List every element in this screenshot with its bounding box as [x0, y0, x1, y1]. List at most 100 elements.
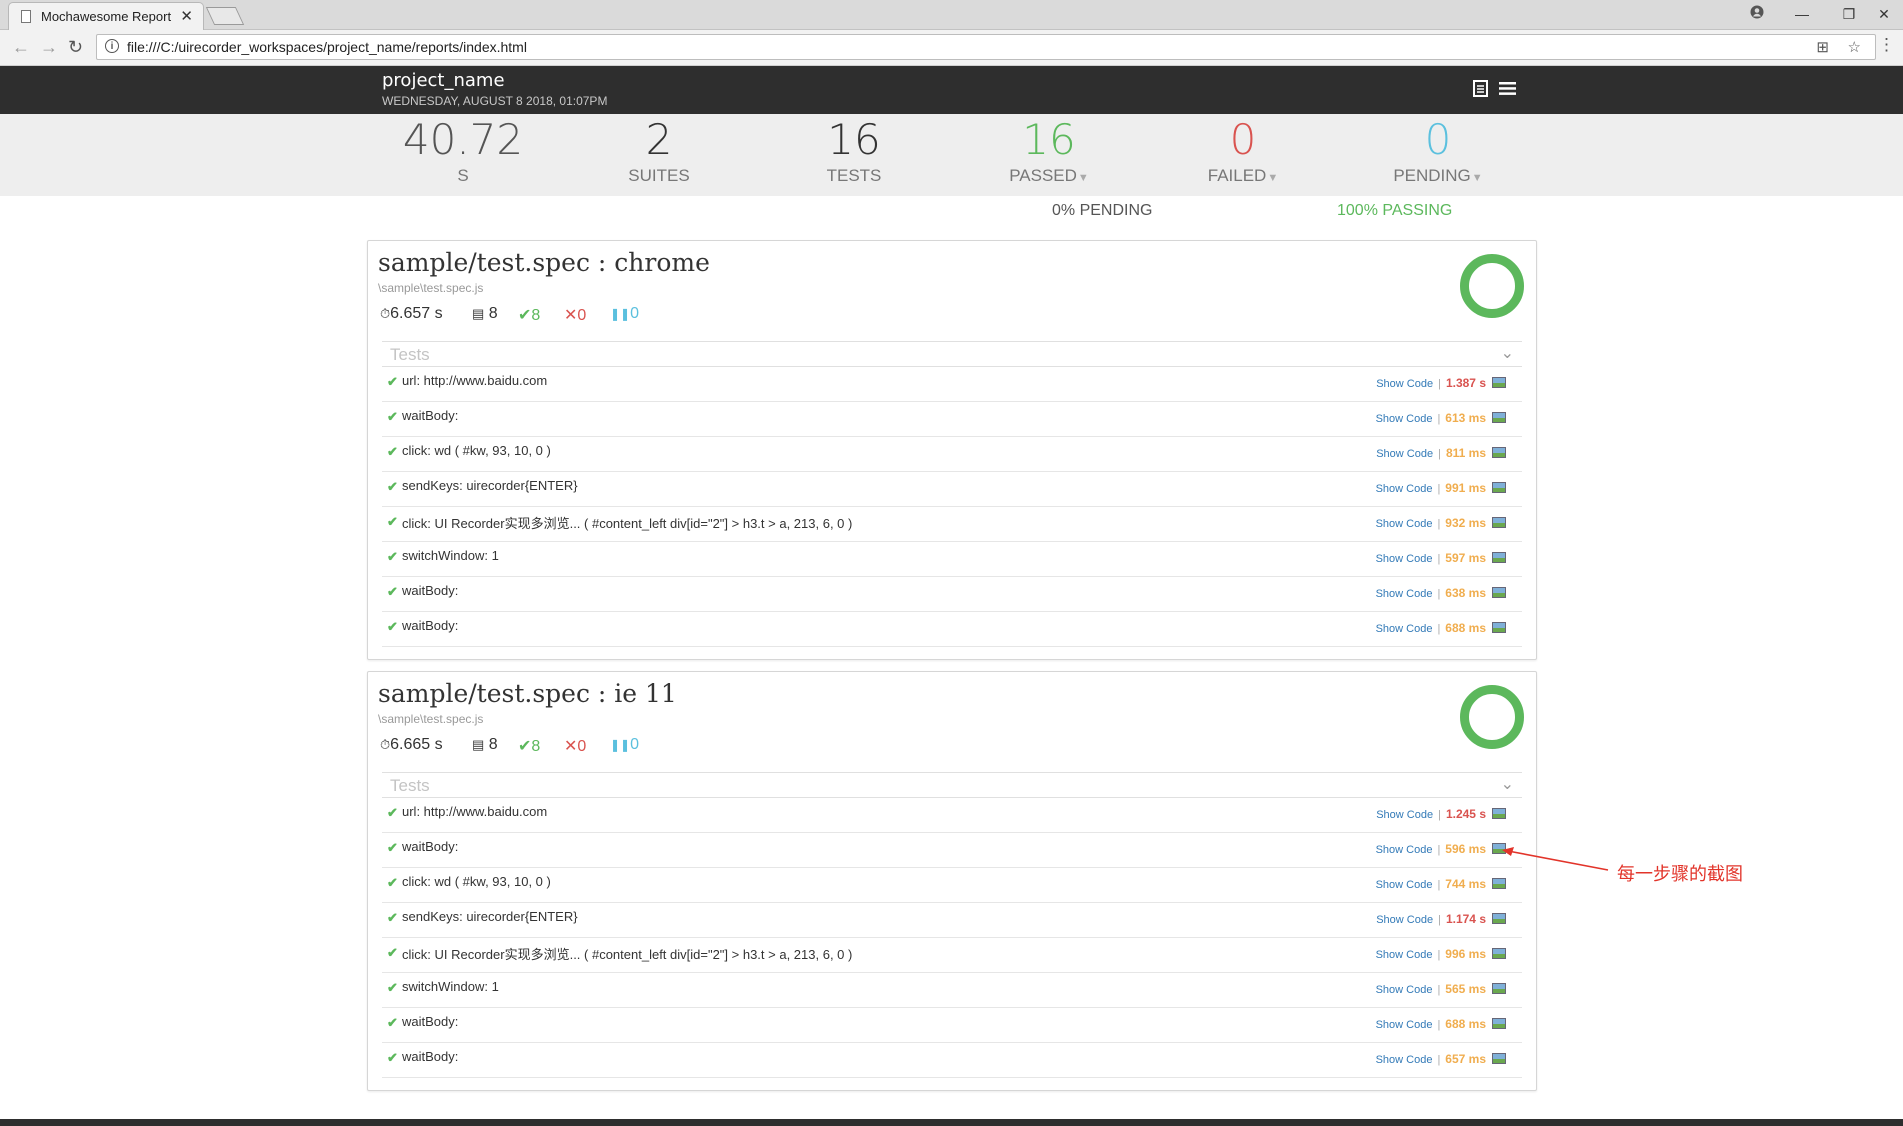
test-name: switchWindow: 1 [402, 548, 499, 563]
tests-header[interactable]: Tests ⌄ [382, 341, 1522, 367]
translate-icon[interactable]: ⊞ [1816, 38, 1829, 56]
test-row[interactable]: ✔ switchWindow: 1 Show Code | 597 ms [382, 542, 1522, 577]
filter-icon[interactable]: ▼ [1267, 172, 1278, 184]
test-row[interactable]: ✔ waitBody: Show Code | 638 ms [382, 577, 1522, 612]
tests-header[interactable]: Tests ⌄ [382, 772, 1522, 798]
screenshot-image-icon[interactable] [1492, 412, 1506, 423]
tab-close-icon[interactable]: ✕ [180, 7, 193, 25]
test-row[interactable]: ✔ waitBody: Show Code | 596 ms [382, 833, 1522, 868]
suite-filename: \sample\test.spec.js [378, 712, 484, 726]
tab-title: Mochawesome Report [41, 9, 172, 24]
test-name: click: wd ( #kw, 93, 10, 0 ) [402, 443, 551, 458]
show-code-link[interactable]: Show Code [1376, 588, 1433, 600]
show-code-link[interactable]: Show Code [1376, 448, 1433, 460]
filter-icon[interactable]: ▼ [1078, 172, 1089, 184]
show-code-link[interactable]: Show Code [1376, 553, 1433, 565]
show-code-link[interactable]: Show Code [1376, 844, 1433, 856]
address-bar[interactable]: i file:///C:/uirecorder_workspaces/proje… [96, 34, 1876, 60]
test-row[interactable]: ✔ sendKeys: uirecorder{ENTER} Show Code |… [382, 472, 1522, 507]
bookmark-star-icon[interactable]: ☆ [1848, 38, 1861, 56]
screenshot-image-icon[interactable] [1492, 1053, 1506, 1064]
account-icon[interactable] [1735, 2, 1779, 26]
show-code-link[interactable]: Show Code [1376, 378, 1433, 390]
suite-duration-value: 6.665 s [390, 736, 443, 753]
stat-pending[interactable]: 0 PENDING▼ [1338, 116, 1538, 186]
separator: | [1437, 949, 1441, 961]
report-quick-summary-icon[interactable] [1473, 80, 1488, 102]
browser-menu-icon[interactable]: ⋮ [1878, 35, 1895, 55]
show-code-link[interactable]: Show Code [1376, 984, 1433, 996]
show-code-link[interactable]: Show Code [1376, 879, 1433, 891]
tests-count-icon: ▤ [472, 306, 485, 321]
test-row[interactable]: ✔ waitBody: Show Code | 613 ms [382, 402, 1522, 437]
show-code-link[interactable]: Show Code [1376, 1019, 1433, 1031]
show-code-link[interactable]: Show Code [1376, 413, 1433, 425]
show-code-link[interactable]: Show Code [1376, 809, 1433, 821]
filter-icon[interactable]: ▼ [1472, 172, 1483, 184]
forward-icon[interactable]: → [40, 37, 58, 58]
chevron-down-icon[interactable]: ⌄ [1501, 774, 1514, 794]
check-icon: ✔ [387, 840, 398, 855]
separator: | [1437, 553, 1441, 565]
test-row[interactable]: ✔ waitBody: Show Code | 657 ms [382, 1043, 1522, 1078]
screenshot-image-icon[interactable] [1492, 622, 1506, 633]
test-row[interactable]: ✔ url: http://www.baidu.com Show Code | 1.… [382, 367, 1522, 402]
screenshot-image-icon[interactable] [1492, 517, 1506, 528]
test-name: waitBody: [402, 583, 459, 598]
show-code-link[interactable]: Show Code [1376, 914, 1433, 926]
screenshot-image-icon[interactable] [1492, 983, 1506, 994]
close-window-button[interactable]: ✕ [1862, 2, 1903, 26]
check-icon: ✔ [387, 514, 398, 529]
screenshot-image-icon[interactable] [1492, 587, 1506, 598]
show-code-link[interactable]: Show Code [1376, 949, 1433, 961]
screenshot-image-icon[interactable] [1492, 808, 1506, 819]
screenshot-image-icon[interactable] [1492, 913, 1506, 924]
show-code-link[interactable]: Show Code [1376, 483, 1433, 495]
test-row[interactable]: ✔ sendKeys: uirecorder{ENTER} Show Code |… [382, 903, 1522, 938]
screenshot-image-icon[interactable] [1492, 377, 1506, 388]
separator: | [1438, 809, 1441, 821]
show-code-link[interactable]: Show Code [1376, 1054, 1433, 1066]
stat-passed[interactable]: 16 PASSED▼ [949, 116, 1149, 186]
test-row[interactable]: ✔ click: wd ( #kw, 93, 10, 0 ) Show Code… [382, 437, 1522, 472]
browser-toolbar: ← → ↻ i file:///C:/uirecorder_workspaces… [0, 30, 1903, 66]
back-icon[interactable]: ← [12, 37, 30, 58]
stat-failed[interactable]: 0 FAILED▼ [1143, 116, 1343, 186]
test-row[interactable]: ✔ waitBody: Show Code | 688 ms [382, 1008, 1522, 1043]
suite-duration: ⏱6.665 s [380, 736, 443, 754]
test-name: click: UI Recorder实现多浏览... ( #content_le… [402, 516, 853, 531]
test-meta: Show Code | 932 ms [1376, 516, 1506, 530]
separator: | [1438, 914, 1441, 926]
suite-panel: sample/test.spec : ie 11 \sample\test.spe… [367, 671, 1537, 1091]
new-tab-button[interactable] [205, 7, 245, 25]
stat-suites-value: 2 [645, 115, 673, 164]
check-icon: ✔ [387, 619, 398, 634]
screenshot-image-icon[interactable] [1492, 552, 1506, 563]
browser-tab[interactable]: Mochawesome Report ✕ [8, 2, 204, 30]
screenshot-image-icon[interactable] [1492, 482, 1506, 493]
test-row[interactable]: ✔ switchWindow: 1 Show Code | 565 ms [382, 973, 1522, 1008]
separator: | [1437, 1019, 1441, 1031]
minimize-button[interactable]: — [1780, 2, 1824, 26]
screenshot-image-icon[interactable] [1492, 1018, 1506, 1029]
test-row[interactable]: ✔ click: wd ( #kw, 93, 10, 0 ) Show Code… [382, 868, 1522, 903]
menu-icon[interactable] [1499, 80, 1516, 101]
test-row[interactable]: ✔ waitBody: Show Code | 688 ms [382, 612, 1522, 647]
stat-failed-label: FAILED [1207, 166, 1267, 185]
test-meta: Show Code | 688 ms [1376, 1017, 1506, 1031]
chevron-down-icon[interactable]: ⌄ [1501, 343, 1514, 363]
test-row[interactable]: ✔ click: UI Recorder实现多浏览... ( #content_… [382, 507, 1522, 542]
passing-percent: 100% PASSING [1337, 202, 1453, 219]
screenshot-image-icon[interactable] [1492, 948, 1506, 959]
test-row[interactable]: ✔ url: http://www.baidu.com Show Code | 1.… [382, 798, 1522, 833]
test-meta: Show Code | 565 ms [1376, 982, 1506, 996]
screenshot-image-icon[interactable] [1492, 447, 1506, 458]
show-code-link[interactable]: Show Code [1376, 518, 1433, 530]
test-row[interactable]: ✔ click: UI Recorder实现多浏览... ( #content_… [382, 938, 1522, 973]
info-icon[interactable]: i [105, 39, 119, 53]
test-name: waitBody: [402, 1049, 459, 1064]
test-meta: Show Code | 811 ms [1376, 446, 1506, 460]
reload-icon[interactable]: ↻ [68, 37, 83, 58]
show-code-link[interactable]: Show Code [1376, 623, 1433, 635]
screenshot-image-icon[interactable] [1492, 878, 1506, 889]
